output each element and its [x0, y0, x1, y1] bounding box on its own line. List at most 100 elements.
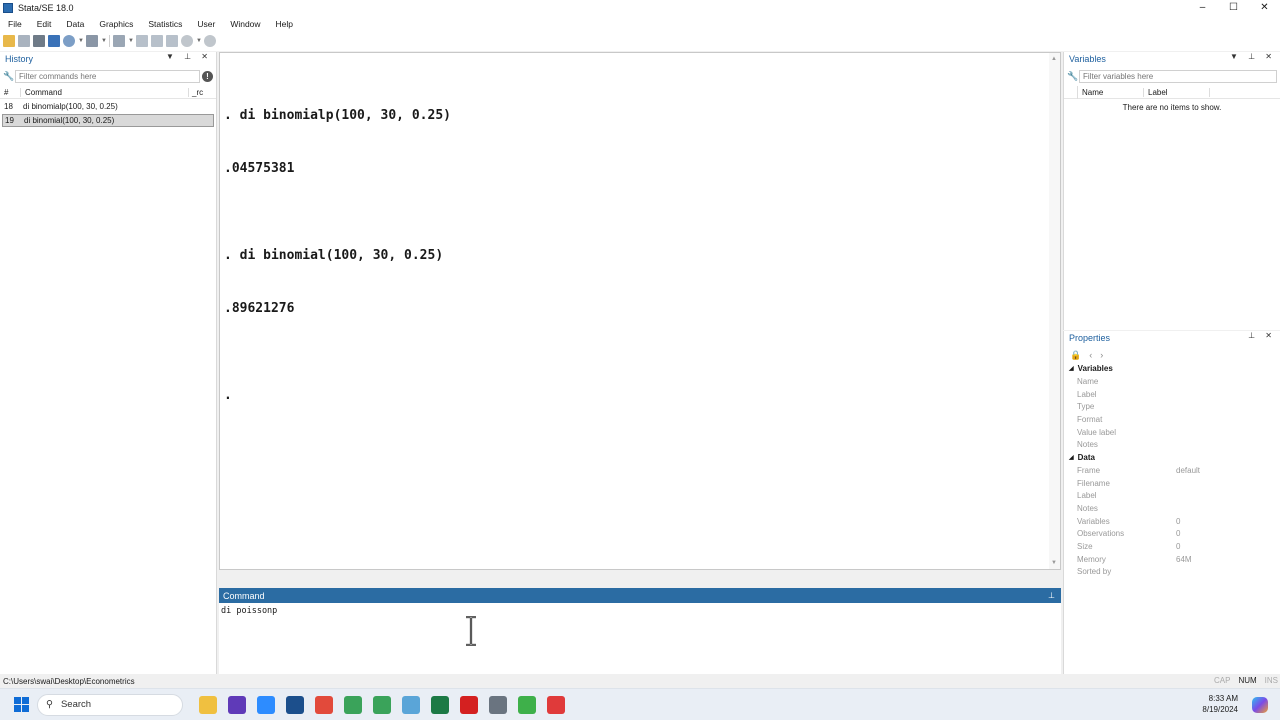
scroll-up-icon[interactable]: ▲	[1051, 56, 1057, 62]
more-icon[interactable]	[181, 35, 193, 47]
variables-manager-icon[interactable]	[166, 35, 178, 47]
data-editor-browse-icon[interactable]	[151, 35, 163, 47]
graph-dropdown-icon[interactable]: ▼	[101, 38, 107, 44]
results-scrollbar[interactable]: ▲ ▼	[1049, 53, 1060, 569]
col-rc[interactable]: _rc	[189, 88, 203, 97]
property-row[interactable]: Variables 0	[1064, 515, 1280, 528]
results-horizontal-scrollbar[interactable]	[219, 570, 1061, 587]
menu-edit[interactable]: Edit	[29, 19, 59, 29]
remote-desktop-icon[interactable]	[402, 695, 420, 714]
file-explorer-icon[interactable]	[199, 695, 217, 714]
property-row[interactable]: Notes	[1064, 438, 1280, 451]
wrench-icon[interactable]: 🔧	[1067, 71, 1079, 82]
property-row[interactable]: Size 0	[1064, 540, 1280, 553]
results-line: .89621276	[224, 300, 295, 316]
properties-panel: Properties ⊥ ✕ 🔒 ‹ › ◢ Variables Name La…	[1063, 331, 1280, 674]
history-row-selected[interactable]: 19 di binomial(100, 30, 0.25)	[2, 114, 214, 127]
col-number[interactable]: #	[0, 87, 21, 97]
property-row[interactable]: Format	[1064, 413, 1280, 426]
properties-panel-controls[interactable]: ⊥ ✕	[1248, 331, 1276, 340]
variables-panel-controls[interactable]: ▼ ⊥ ✕	[1230, 52, 1276, 61]
more-dropdown-icon[interactable]: ▼	[196, 38, 202, 44]
variables-filter-input[interactable]	[1079, 69, 1277, 83]
print-icon[interactable]	[33, 35, 45, 47]
pin-icon[interactable]: ⊥	[1048, 591, 1055, 600]
windows-start-icon[interactable]	[14, 697, 29, 712]
chrome-icon[interactable]	[315, 695, 333, 714]
do-file-dropdown-icon[interactable]: ▼	[128, 38, 134, 44]
search-icon: ⚲	[46, 699, 53, 710]
properties-nav: 🔒 ‹ ›	[1064, 348, 1280, 362]
forward-icon[interactable]: ›	[1100, 350, 1103, 360]
break-icon[interactable]	[204, 35, 216, 47]
section-variables[interactable]: ◢ Variables	[1064, 362, 1280, 375]
viewer-icon[interactable]	[63, 35, 75, 47]
property-row[interactable]: Name	[1064, 375, 1280, 388]
menu-data[interactable]: Data	[58, 19, 91, 29]
col-checkbox[interactable]	[1064, 85, 1078, 99]
col-name[interactable]: Name	[1078, 87, 1144, 97]
property-row[interactable]: Label	[1064, 388, 1280, 401]
copilot-icon[interactable]	[1252, 697, 1268, 713]
close-button[interactable]: ✕	[1249, 0, 1280, 16]
results-output: . di binomialp(100, 30, 0.25) .04575381 …	[224, 72, 451, 440]
col-label[interactable]: Label	[1144, 87, 1210, 97]
menu-help[interactable]: Help	[268, 19, 300, 29]
menu-window[interactable]: Window	[222, 19, 267, 29]
menu-statistics[interactable]: Statistics	[140, 19, 189, 29]
taskbar-search[interactable]: ⚲ Search	[37, 693, 183, 716]
acrobat-icon[interactable]	[460, 695, 478, 714]
section-title: Data	[1077, 453, 1095, 463]
camtasia-icon[interactable]	[518, 695, 536, 714]
system-clock[interactable]: 8:33 AM 8/19/2024	[1202, 693, 1238, 715]
settings-icon[interactable]	[489, 695, 507, 714]
menu-user[interactable]: User	[189, 19, 222, 29]
viewer-dropdown-icon[interactable]: ▼	[78, 38, 84, 44]
col-command[interactable]: Command	[21, 87, 189, 97]
command-input[interactable]: di poissonp	[219, 603, 1061, 619]
excel-icon[interactable]	[431, 695, 449, 714]
property-row[interactable]: Observations 0	[1064, 528, 1280, 541]
status-indicators: CAP NUM INS	[1214, 674, 1278, 688]
zoom-icon[interactable]	[257, 695, 275, 714]
variables-filter: 🔧	[1067, 69, 1277, 83]
history-column-headers: # Command _rc	[0, 86, 216, 99]
menu-graphics[interactable]: Graphics	[91, 19, 140, 29]
chrome-profile-2-icon[interactable]	[344, 695, 362, 714]
save-icon[interactable]	[18, 35, 30, 47]
clock-time: 8:33 AM	[1208, 694, 1238, 703]
stata-icon[interactable]	[286, 695, 304, 714]
do-file-editor-icon[interactable]	[113, 35, 125, 47]
property-row[interactable]: Sorted by	[1064, 566, 1280, 579]
properties-title: Properties	[1069, 333, 1111, 343]
history-row[interactable]: 18 di binomialp(100, 30, 0.25)	[2, 100, 214, 113]
recorder-icon[interactable]	[547, 695, 565, 714]
open-folder-icon[interactable]	[3, 35, 15, 47]
property-row-filename[interactable]: Filename	[1064, 477, 1280, 490]
history-filter-input[interactable]	[15, 69, 200, 83]
yahoo-finance-icon[interactable]	[228, 695, 246, 714]
results-window[interactable]: . di binomialp(100, 30, 0.25) .04575381 …	[219, 52, 1061, 570]
variables-panel: Variables ▼ ⊥ ✕ 🔧 Name Label There are n…	[1063, 52, 1280, 330]
maximize-button[interactable]: ☐	[1218, 0, 1249, 16]
property-row[interactable]: Memory 64M	[1064, 553, 1280, 566]
property-row[interactable]: Frame default	[1064, 464, 1280, 477]
minimize-button[interactable]: –	[1187, 0, 1218, 16]
property-row[interactable]: Type	[1064, 400, 1280, 413]
back-icon[interactable]: ‹	[1089, 350, 1092, 360]
graph-icon[interactable]	[86, 35, 98, 47]
scroll-down-icon[interactable]: ▼	[1051, 560, 1057, 566]
menu-bar: File Edit Data Graphics Statistics User …	[0, 16, 1280, 31]
wrench-icon[interactable]: 🔧	[3, 71, 15, 82]
lock-icon[interactable]: 🔒	[1070, 350, 1081, 361]
info-icon[interactable]: !	[202, 70, 213, 82]
log-icon[interactable]	[48, 35, 60, 47]
data-editor-edit-icon[interactable]	[136, 35, 148, 47]
property-row[interactable]: Notes	[1064, 502, 1280, 515]
chrome-profile-3-icon[interactable]	[373, 695, 391, 714]
section-data[interactable]: ◢ Data	[1064, 451, 1280, 464]
property-row[interactable]: Label	[1064, 490, 1280, 503]
menu-file[interactable]: File	[0, 19, 29, 29]
property-row[interactable]: Value label	[1064, 426, 1280, 439]
history-panel-controls[interactable]: ▼ ⊥ ✕	[166, 52, 212, 61]
